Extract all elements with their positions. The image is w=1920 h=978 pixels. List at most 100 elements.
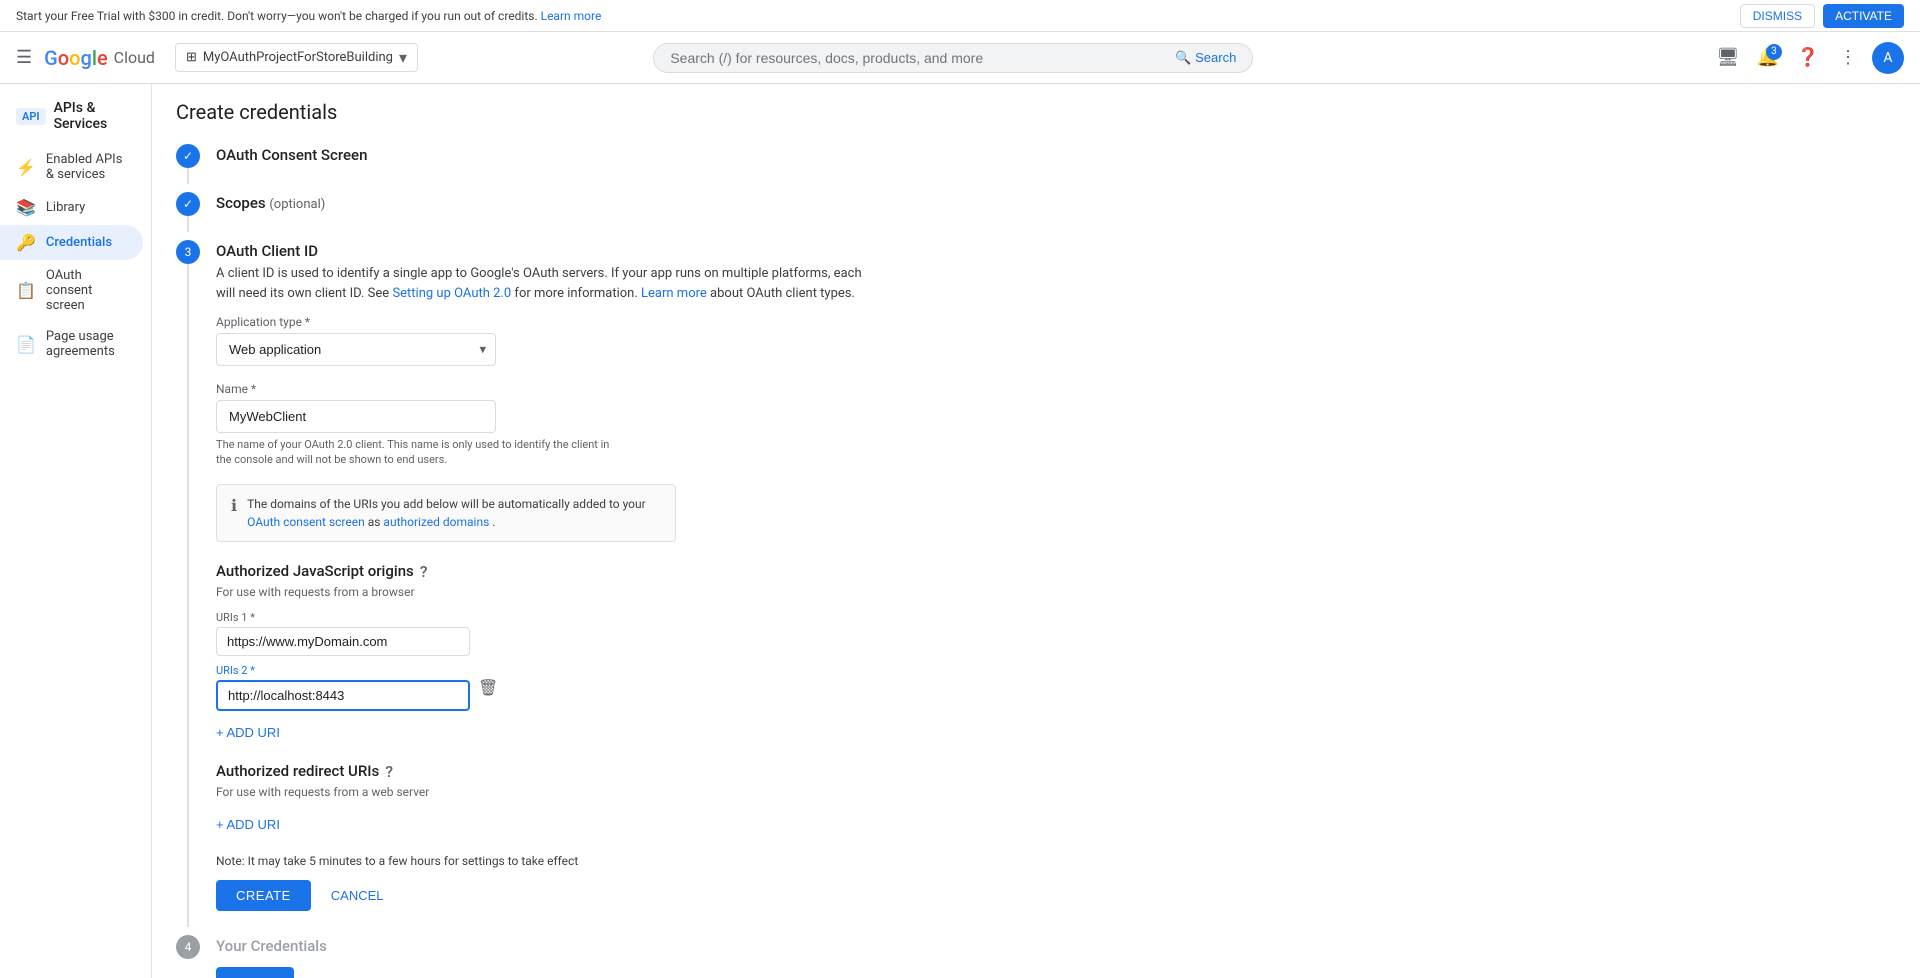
search-button[interactable]: 🔍 Search — [1175, 50, 1236, 66]
sidebar-item-oauth-consent[interactable]: 📋 OAuth consent screen — [0, 260, 143, 321]
js-origins-header: Authorized JavaScript origins ? — [216, 562, 876, 581]
redirect-uris-section: Authorized redirect URIs ? For use with … — [216, 762, 876, 838]
form-action-buttons: CREATE CANCEL — [216, 880, 876, 911]
sidebar-item-page-usage[interactable]: 📄 Page usage agreements — [0, 321, 143, 367]
step-left-2: ✓ — [176, 192, 200, 232]
create-button[interactable]: CREATE — [216, 880, 311, 911]
sidebar-item-label: OAuth consent screen — [46, 268, 127, 313]
sidebar-item-label: Page usage agreements — [46, 329, 127, 359]
oauth-client-id-form: A client ID is used to identify a single… — [216, 264, 876, 911]
app-type-select-wrapper: Web application Android iOS Desktop app — [216, 333, 496, 366]
add-redirect-uri-button[interactable]: + ADD URI — [216, 811, 280, 838]
sidebar-item-enabled-apis[interactable]: ⚡ Enabled APIs & services — [0, 144, 143, 190]
header: ☰ Google Cloud ⊞ MyOAuthProjectForStoreB… — [0, 32, 1920, 84]
sidebar-title: APIs & Services — [54, 100, 135, 132]
sidebar-item-label: Credentials — [46, 235, 112, 250]
sidebar-header: API APIs & Services — [0, 92, 151, 144]
dismiss-button[interactable]: DISMISS — [1740, 4, 1815, 28]
search-icon: 🔍 — [1175, 50, 1191, 66]
name-hint: The name of your OAuth 2.0 client. This … — [216, 437, 876, 468]
name-input[interactable] — [216, 400, 496, 433]
step-oauth-client-id: 3 OAuth Client ID A client ID is used to… — [176, 240, 876, 927]
banner-actions: DISMISS ACTIVATE — [1740, 4, 1904, 28]
done-button[interactable]: DONE — [216, 967, 294, 978]
name-field: Name * The name of your OAuth 2.0 client… — [216, 382, 876, 468]
step-line-3 — [187, 264, 189, 927]
api-badge: API — [16, 108, 46, 125]
uri-row-2: URIs 2 * 🗑 — [216, 664, 876, 711]
chevron-down-icon: ▾ — [399, 48, 407, 67]
uri-row-1: URIs 1 * — [216, 611, 876, 656]
menu-icon[interactable]: ☰ — [16, 47, 32, 68]
notification-icon[interactable]: 🔔 3 — [1752, 42, 1784, 74]
step-circle-4: 4 — [176, 935, 200, 959]
project-name: MyOAuthProjectForStoreBuilding — [203, 50, 393, 65]
redirect-uris-help-icon[interactable]: ? — [385, 762, 393, 781]
search-input[interactable] — [670, 50, 1167, 66]
uri1-label: URIs 1 * — [216, 611, 470, 624]
oauth-consent-icon: 📋 — [16, 281, 36, 300]
header-right: 🖥 🔔 3 ❓ ⋮ A — [1712, 42, 1904, 74]
step-title-1: OAuth Consent Screen — [216, 144, 876, 164]
js-origins-hint: For use with requests from a browser — [216, 585, 876, 599]
js-origins-help-icon[interactable]: ? — [420, 562, 428, 581]
name-label: Name * — [216, 382, 876, 396]
enabled-apis-icon: ⚡ — [16, 158, 36, 177]
form-description: A client ID is used to identify a single… — [216, 264, 876, 303]
more-options-icon[interactable]: ⋮ — [1832, 42, 1864, 74]
banner-text: Start your Free Trial with $300 in credi… — [16, 9, 601, 23]
step-title-4: Your Credentials — [216, 935, 876, 955]
cloud-label: Cloud — [114, 48, 155, 67]
oauth-consent-link[interactable]: OAuth consent screen — [247, 515, 365, 529]
credentials-action-buttons: DONE CANCEL — [216, 967, 876, 978]
step-line-2 — [187, 216, 189, 232]
setting-up-link[interactable]: Setting up OAuth 2.0 — [392, 286, 511, 301]
add-js-uri-button[interactable]: + ADD URI — [216, 719, 280, 746]
page-title: Create credentials — [176, 100, 1896, 124]
app-type-select[interactable]: Web application Android iOS Desktop app — [216, 333, 496, 366]
delete-uri2-icon[interactable]: 🗑 — [478, 678, 498, 697]
monitor-icon[interactable]: 🖥 — [1712, 42, 1744, 74]
avatar[interactable]: A — [1872, 42, 1904, 74]
redirect-uris-header: Authorized redirect URIs ? — [216, 762, 876, 781]
js-origins-section: Authorized JavaScript origins ? For use … — [216, 562, 876, 746]
step-your-credentials: 4 Your Credentials DONE CANCEL — [176, 935, 876, 978]
cancel-button[interactable]: CANCEL — [319, 880, 396, 911]
redirect-uris-hint: For use with requests from a web server — [216, 785, 876, 799]
note-text: Note: It may take 5 minutes to a few hou… — [216, 854, 876, 868]
search-bar: 🔍 Search — [653, 43, 1253, 73]
uri1-input[interactable] — [216, 627, 470, 656]
info-text: The domains of the URIs you add below wi… — [247, 495, 661, 531]
sidebar-item-label: Enabled APIs & services — [46, 152, 127, 182]
activate-button[interactable]: ACTIVATE — [1823, 4, 1904, 28]
main-content: Create credentials ✓ OAuth Consent Scree… — [152, 84, 1920, 978]
library-icon: 📚 — [16, 198, 36, 217]
banner-learn-more-link[interactable]: Learn more — [541, 9, 602, 23]
sidebar: API APIs & Services ⚡ Enabled APIs & ser… — [0, 84, 152, 978]
authorized-domains-link[interactable]: authorized domains — [383, 515, 489, 529]
learn-more-link[interactable]: Learn more — [641, 286, 707, 301]
check-icon-2: ✓ — [183, 197, 193, 211]
sidebar-item-credentials[interactable]: 🔑 Credentials — [0, 225, 143, 260]
step-content-4: Your Credentials DONE CANCEL — [216, 935, 876, 978]
uri2-input[interactable] — [216, 680, 470, 711]
step-title-3: OAuth Client ID — [216, 240, 876, 260]
credentials-icon: 🔑 — [16, 233, 36, 252]
step-scopes: ✓ Scopes (optional) — [176, 192, 876, 232]
step-circle-1: ✓ — [176, 144, 200, 168]
step-left-4: 4 — [176, 935, 200, 978]
info-icon: ℹ — [231, 496, 237, 515]
step-content-1: OAuth Consent Screen — [216, 144, 876, 184]
sidebar-item-label: Library — [46, 200, 85, 215]
step-content-2: Scopes (optional) — [216, 192, 876, 232]
step-left: ✓ — [176, 144, 200, 184]
logo: Google Cloud — [44, 46, 155, 70]
step-left-3: 3 — [176, 240, 200, 927]
google-logo: Google — [44, 46, 108, 70]
project-selector[interactable]: ⊞ MyOAuthProjectForStoreBuilding ▾ — [175, 43, 418, 72]
scopes-optional: (optional) — [269, 197, 325, 212]
sidebar-item-library[interactable]: 📚 Library — [0, 190, 143, 225]
help-icon[interactable]: ❓ — [1792, 42, 1824, 74]
credentials-cancel-button[interactable]: CANCEL — [302, 967, 379, 978]
page-usage-icon: 📄 — [16, 335, 36, 354]
